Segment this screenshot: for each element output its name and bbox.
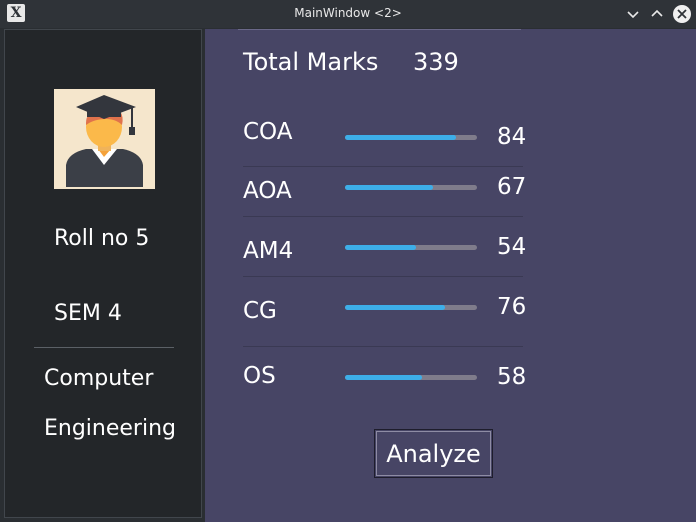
progress-bar — [345, 375, 477, 380]
title-bar: X MainWindow <2> — [0, 0, 696, 28]
subject-marks: 67 — [497, 174, 527, 200]
progress-fill — [345, 185, 434, 190]
panel-top-line — [238, 29, 521, 30]
department-line-2: Engineering — [44, 416, 176, 441]
row-divider — [243, 276, 523, 277]
total-marks-value: 339 — [413, 48, 459, 76]
row-divider — [243, 166, 523, 167]
profile-sidebar: Roll no 5 SEM 4 Computer Engineering — [4, 29, 202, 518]
row-divider — [243, 346, 523, 347]
roll-number-label: Roll no 5 — [54, 226, 150, 251]
progress-fill — [345, 375, 422, 380]
progress-fill — [345, 135, 456, 140]
sidebar-divider — [34, 347, 174, 348]
progress-fill — [345, 305, 446, 310]
minimize-icon[interactable] — [623, 4, 643, 24]
close-icon[interactable] — [671, 3, 691, 23]
progress-bar — [345, 245, 477, 250]
maximize-icon[interactable] — [647, 4, 667, 24]
subject-marks: 84 — [497, 124, 527, 150]
progress-bar — [345, 135, 477, 140]
subject-marks: 58 — [497, 364, 527, 390]
semester-label: SEM 4 — [54, 301, 122, 326]
progress-bar — [345, 305, 477, 310]
total-marks-label: Total Marks — [243, 48, 379, 76]
department-line-1: Computer — [44, 366, 154, 391]
subject-name: COA — [243, 119, 293, 145]
progress-bar — [345, 185, 477, 190]
subject-marks: 54 — [497, 234, 527, 260]
subject-marks: 76 — [497, 294, 527, 320]
row-divider — [243, 216, 523, 217]
subject-name: OS — [243, 363, 276, 389]
window-title: MainWindow <2> — [294, 6, 402, 20]
subject-name: AM4 — [243, 238, 294, 264]
progress-fill — [345, 245, 417, 250]
subject-name: AOA — [243, 178, 292, 204]
graduate-avatar-icon — [54, 89, 155, 189]
analyze-button[interactable]: Analyze — [374, 429, 493, 478]
subject-name: CG — [243, 298, 277, 324]
